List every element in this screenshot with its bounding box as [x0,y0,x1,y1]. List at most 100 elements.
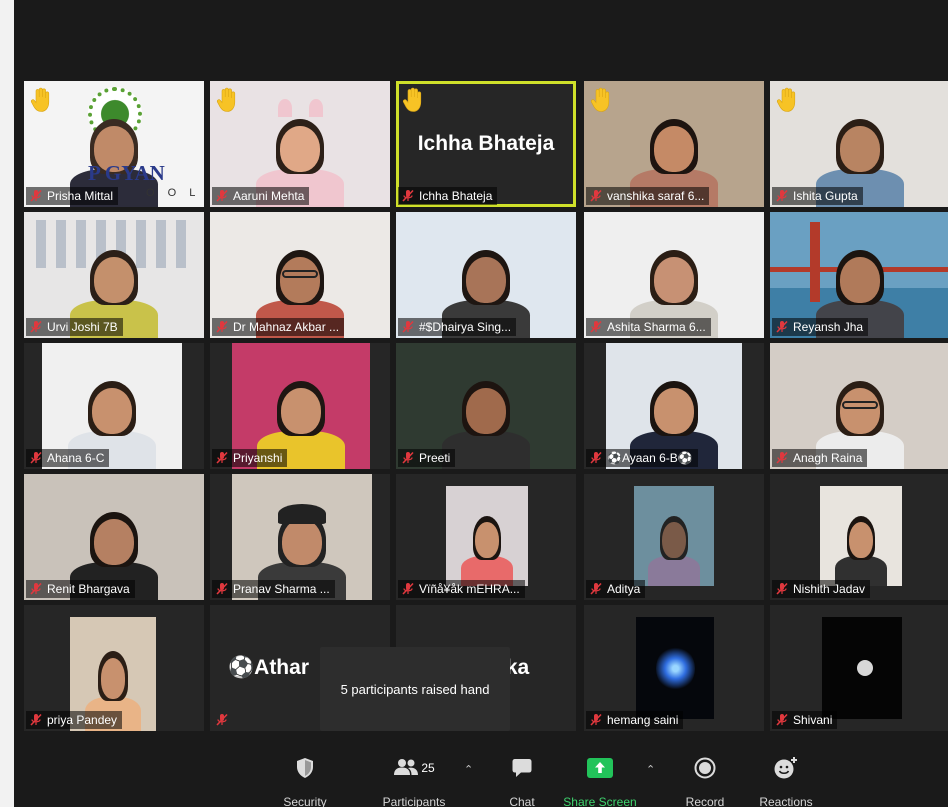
video-feed [820,486,902,586]
participant-name: Prisha Mittal [47,189,114,203]
video-gallery: P GYAN O O L Prisha Mittal Aaruni Mehta Ichh… [14,0,948,740]
security-button[interactable]: Security [268,753,342,807]
participant-name: Ashita Sharma 6... [607,320,706,334]
participant-nameplate: Priyanshi [212,449,288,467]
participant-name: Anagh Raina [793,451,863,465]
video-tile[interactable]: Priyanshi [210,343,390,469]
video-tile[interactable]: Preeti [396,343,576,469]
participant-display-name: ika [500,656,530,679]
muted-microphone-icon [401,320,419,334]
muted-microphone-icon [401,189,419,203]
participants-icon [393,758,419,779]
share-screen-button[interactable]: Share Screen [560,753,640,807]
chat-bubble-icon [511,753,533,783]
video-tile[interactable]: Vïñå¥åk mEHRA... [396,474,576,600]
participant-nameplate: Aaruni Mehta [212,187,310,205]
participants-count: 25 [421,761,435,775]
participant-nameplate: Preeti [398,449,456,467]
participant-name: vanshika saraf 6... [607,189,705,203]
smiley-plus-icon [773,753,799,783]
video-tile[interactable]: Aaruni Mehta [210,81,390,207]
chat-button[interactable]: Chat [492,753,552,807]
video-tile[interactable]: P GYAN O O L Prisha Mittal [24,81,204,207]
muted-microphone-icon [589,713,607,727]
participant-name: hemang saini [607,713,679,727]
video-tile[interactable]: hemang saini [584,605,764,731]
reactions-button[interactable]: Reactions [740,753,832,807]
video-tile[interactable]: priya Pandey [24,605,204,731]
participant-nameplate: Reyansh Jha [772,318,869,336]
participant-name: Dr Mahnaz Akbar ... [233,320,340,334]
participants-options-chevron-up-icon[interactable]: ⌃ [464,763,473,776]
muted-microphone-icon [215,451,233,465]
participant-nameplate: hemang saini [586,711,684,729]
participant-nameplate: priya Pandey [26,711,123,729]
video-tile[interactable]: Renit Bhargava [24,474,204,600]
video-feed [822,617,902,719]
muted-microphone-icon [29,320,47,334]
school-logo-text: P GYAN [88,161,165,185]
video-tile[interactable]: Dr Mahnaz Akbar ... [210,212,390,338]
participant-nameplate: #$Dhairya Sing... [398,318,517,336]
video-tile[interactable]: ⚽Ayaan 6-B⚽ [584,343,764,469]
participant-nameplate: Pranav Sharma ... [212,580,335,598]
shield-icon [296,753,314,783]
video-tile[interactable]: Reyansh Jha [770,212,948,338]
participant-nameplate: Aditya [586,580,646,598]
participant-nameplate: Vïñå¥åk mEHRA... [398,580,525,598]
video-tile[interactable]: Ahana 6-C [24,343,204,469]
video-tile[interactable]: Urvi Joshi 7B [24,212,204,338]
participant-nameplate: Ahana 6-C [26,449,110,467]
muted-microphone-icon [589,189,607,203]
participant-name: Ahana 6-C [47,451,105,465]
participant-name: Urvi Joshi 7B [47,320,118,334]
participant-display-name: Ichha Bhateja [417,132,555,155]
muted-microphone-icon [215,582,233,596]
video-feed [446,486,528,586]
participant-nameplate: Prisha Mittal [26,187,119,205]
record-icon [694,753,716,783]
participant-name: Ichha Bhateja [419,189,493,203]
record-label: Record [685,795,725,807]
participant-name: Reyansh Jha [793,320,864,334]
participant-name: Aaruni Mehta [233,189,305,203]
participant-nameplate: Dr Mahnaz Akbar ... [212,318,345,336]
share-screen-label: Share Screen [563,795,637,807]
video-tile[interactable]: Nishith Jadav [770,474,948,600]
video-tile[interactable]: Ishita Gupta [770,81,948,207]
muted-microphone-icon [215,189,233,203]
video-tile[interactable]: Shivani [770,605,948,731]
video-tile[interactable]: Aditya [584,474,764,600]
raised-hand-tooltip-text: 5 participants raised hand [340,681,490,697]
muted-microphone-icon [215,713,233,727]
muted-microphone-icon [589,320,607,334]
share-options-chevron-up-icon[interactable]: ⌃ [646,763,655,776]
muted-microphone-icon [401,582,419,596]
video-tile[interactable]: #$Dhairya Sing... [396,212,576,338]
participant-name: Aditya [607,582,641,596]
participant-nameplate: Ashita Sharma 6... [586,318,711,336]
muted-microphone-icon [775,451,793,465]
participant-nameplate: Shivani [772,711,838,729]
raised-hand-icon [590,87,612,113]
video-feed [634,486,714,586]
participant-name: Ishita Gupta [793,189,858,203]
muted-microphone-icon [775,320,793,334]
muted-microphone-icon [775,713,793,727]
video-tile[interactable]: Ashita Sharma 6... [584,212,764,338]
participants-button[interactable]: 25 Participants [366,753,462,807]
participant-name: Priyanshi [233,451,283,465]
muted-microphone-icon [215,320,233,334]
video-tile[interactable]: vanshika saraf 6... [584,81,764,207]
security-label: Security [283,795,327,807]
muted-microphone-icon [589,451,607,465]
participant-name: Renit Bhargava [47,582,130,596]
participant-name: Shivani [793,713,833,727]
muted-microphone-icon [775,189,793,203]
video-tile[interactable]: Ichha Bhateja Ichha Bhateja [396,81,576,207]
participant-name: Pranav Sharma ... [233,582,330,596]
participant-name: #$Dhairya Sing... [419,320,512,334]
video-tile[interactable]: Pranav Sharma ... [210,474,390,600]
video-tile[interactable]: Anagh Raina [770,343,948,469]
record-button[interactable]: Record [670,753,740,807]
